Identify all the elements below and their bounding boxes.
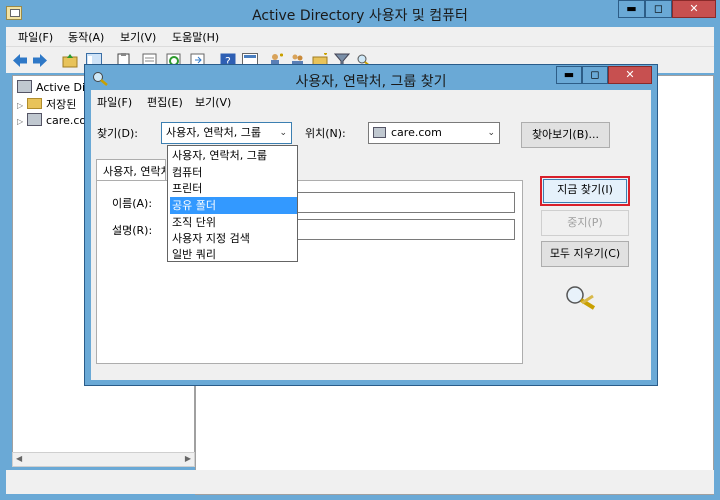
dropdown-option[interactable]: 컴퓨터 bbox=[170, 164, 297, 181]
horizontal-scrollbar[interactable]: ◀ ▶ bbox=[12, 452, 195, 467]
dialog-minimize-button[interactable]: ▬ bbox=[556, 66, 582, 84]
tree-item-saved-queries[interactable]: ▷ 저장된 bbox=[17, 96, 76, 112]
find-dialog: 사용자, 연락처, 그룹 찾기 ▬ ◻ ✕ 파일(F) 편집(E) 보기(V) … bbox=[84, 64, 658, 386]
search-criteria-area: 사용자, 연락처, 그룹 이름(A): 설명(R): bbox=[96, 159, 523, 364]
chevron-down-icon[interactable]: ⌄ bbox=[279, 123, 287, 143]
menu-help[interactable]: 도움말(H) bbox=[172, 29, 219, 45]
expand-arrow-icon[interactable]: ▷ bbox=[17, 117, 27, 126]
tab-users-contacts-groups[interactable]: 사용자, 연락처, 그룹 bbox=[96, 159, 166, 181]
minimize-button[interactable]: ▬ bbox=[618, 0, 645, 18]
dropdown-option-selected[interactable]: 공유 폴더 bbox=[170, 197, 297, 214]
menu-file[interactable]: 파일(F) bbox=[18, 29, 53, 45]
scroll-left-icon[interactable]: ◀ bbox=[16, 454, 22, 463]
chevron-down-icon[interactable]: ⌄ bbox=[487, 123, 495, 143]
expand-arrow-icon[interactable]: ▷ bbox=[17, 101, 27, 110]
find-type-value: 사용자, 연락처, 그룹 bbox=[166, 126, 261, 139]
find-now-label: 지금 찾기(I) bbox=[557, 183, 613, 196]
forward-arrow-icon[interactable] bbox=[32, 53, 48, 68]
tree-item-label: care.co bbox=[46, 114, 87, 127]
description-label: 설명(R): bbox=[112, 224, 153, 237]
ad-users-computers-icon bbox=[17, 80, 32, 93]
close-button[interactable]: ✕ bbox=[672, 0, 716, 18]
domain-icon bbox=[373, 127, 386, 138]
menu-action[interactable]: 동작(A) bbox=[68, 29, 104, 45]
dialog-menu-bar: 파일(F) 편집(E) 보기(V) bbox=[91, 90, 651, 110]
stop-button[interactable]: 중지(P) bbox=[541, 210, 629, 236]
location-label: 위치(N): bbox=[305, 127, 346, 140]
find-type-dropdown-list: 사용자, 연락처, 그룹 컴퓨터 프린터 공유 폴더 조직 단위 사용자 지정 … bbox=[167, 145, 298, 262]
domain-icon bbox=[27, 113, 42, 126]
dialog-maximize-button[interactable]: ◻ bbox=[582, 66, 608, 84]
search-animation-icon bbox=[566, 286, 596, 310]
dropdown-option[interactable]: 프린터 bbox=[170, 180, 297, 197]
dropdown-option[interactable]: 조직 단위 bbox=[170, 214, 297, 231]
dialog-menu-file[interactable]: 파일(F) bbox=[97, 94, 132, 110]
dropdown-option[interactable]: 일반 쿼리 bbox=[170, 246, 297, 263]
tree-item-label: 저장된 bbox=[46, 98, 77, 111]
find-type-combo[interactable]: 사용자, 연락처, 그룹 ⌄ bbox=[161, 122, 292, 144]
dialog-body: 파일(F) 편집(E) 보기(V) 찾기(D): 사용자, 연락처, 그룹 ⌄ … bbox=[91, 90, 651, 380]
main-menu-bar: 파일(F) 동작(A) 보기(V) 도움말(H) bbox=[6, 27, 714, 46]
dialog-close-button[interactable]: ✕ bbox=[608, 66, 652, 84]
main-title-bar: Active Directory 사용자 및 컴퓨터 ▬ ◻ ✕ bbox=[0, 0, 720, 27]
dialog-menu-edit[interactable]: 편집(E) bbox=[147, 94, 183, 110]
dropdown-option[interactable]: 사용자, 연락처, 그룹 bbox=[170, 147, 297, 164]
folder-icon bbox=[27, 98, 42, 109]
menu-view[interactable]: 보기(V) bbox=[120, 29, 156, 45]
tab-page: 이름(A): 설명(R): bbox=[96, 180, 523, 364]
status-bar bbox=[6, 470, 714, 494]
up-folder-icon[interactable] bbox=[62, 53, 78, 68]
name-label: 이름(A): bbox=[112, 197, 153, 210]
maximize-button[interactable]: ◻ bbox=[645, 0, 672, 18]
clear-all-button[interactable]: 모두 지우기(C) bbox=[541, 241, 629, 267]
find-now-button[interactable]: 지금 찾기(I) bbox=[540, 176, 630, 206]
dialog-menu-view[interactable]: 보기(V) bbox=[195, 94, 231, 110]
browse-button[interactable]: 찾아보기(B)... bbox=[521, 122, 610, 148]
main-window-title: Active Directory 사용자 및 컴퓨터 bbox=[252, 8, 468, 24]
back-arrow-icon[interactable] bbox=[12, 53, 28, 68]
location-combo[interactable]: care.com ⌄ bbox=[368, 122, 500, 144]
scroll-right-icon[interactable]: ▶ bbox=[185, 454, 191, 463]
dropdown-option[interactable]: 사용자 지정 검색 bbox=[170, 230, 297, 247]
find-label: 찾기(D): bbox=[97, 127, 138, 140]
location-value: care.com bbox=[391, 126, 442, 139]
tree-item-domain[interactable]: ▷ care.co bbox=[17, 113, 86, 129]
